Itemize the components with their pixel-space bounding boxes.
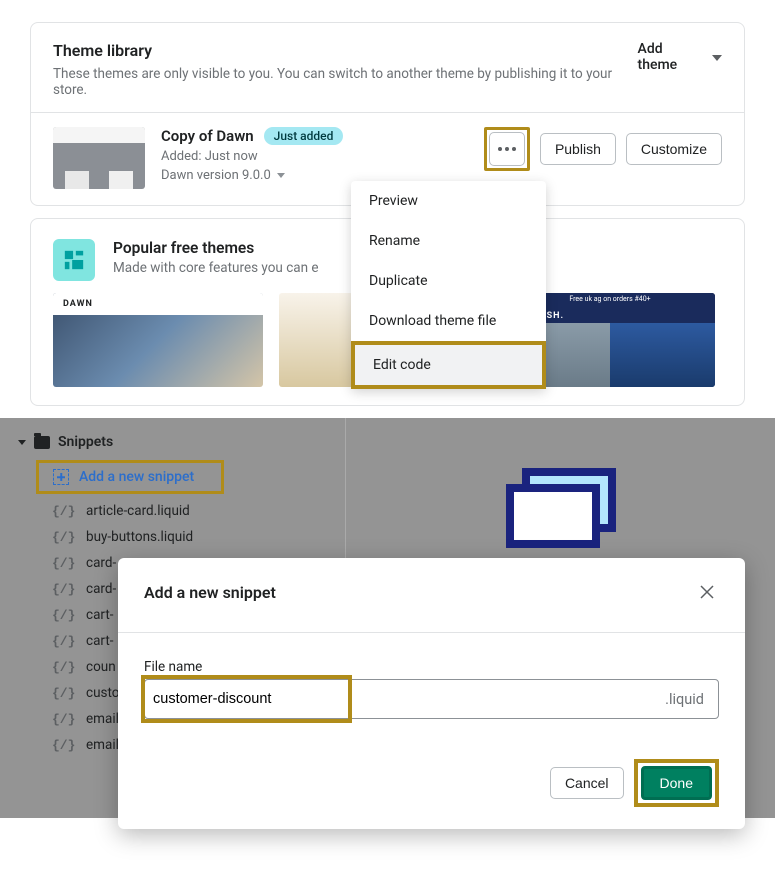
caret-down-icon xyxy=(18,440,26,445)
file-name: cart- xyxy=(86,607,113,623)
theme-library-header: Theme library These themes are only visi… xyxy=(31,23,744,113)
editor-icon xyxy=(506,468,616,548)
file-name-label: File name xyxy=(144,659,719,675)
code-braces-icon: {/} xyxy=(52,530,76,545)
file-name-input-row: .liquid xyxy=(144,679,719,719)
file-name: cart- xyxy=(86,633,113,649)
just-added-badge: Just added xyxy=(264,127,344,145)
file-name-input[interactable] xyxy=(153,679,340,719)
code-braces-icon: {/} xyxy=(52,556,76,571)
theme-preview-dawn[interactable]: DAWN xyxy=(53,293,263,387)
file-name: buy-buttons.liquid xyxy=(86,529,193,545)
caret-down-icon xyxy=(712,55,722,61)
file-name-input-overflow[interactable] xyxy=(348,680,651,718)
theme-version-text: Dawn version 9.0.0 xyxy=(161,168,271,183)
done-button[interactable]: Done xyxy=(641,766,712,800)
file-name: card- xyxy=(86,555,116,571)
code-braces-icon: {/} xyxy=(52,686,76,701)
modal-close-button[interactable] xyxy=(695,580,719,604)
file-name: email xyxy=(86,711,119,727)
folder-icon xyxy=(34,436,50,449)
highlight-more-actions xyxy=(484,127,530,171)
modal-title: Add a new snippet xyxy=(144,583,276,602)
file-name: coun xyxy=(86,659,116,675)
code-braces-icon: {/} xyxy=(52,738,76,753)
add-new-snippet-link[interactable]: Add a new snippet xyxy=(36,460,224,494)
code-braces-icon: {/} xyxy=(52,660,76,675)
theme-name: Copy of Dawn xyxy=(161,127,254,145)
code-braces-icon: {/} xyxy=(52,582,76,597)
code-braces-icon: {/} xyxy=(52,608,76,623)
dropdown-preview[interactable]: Preview xyxy=(351,181,546,221)
customize-button[interactable]: Customize xyxy=(626,133,722,165)
highlight-done-button: Done xyxy=(634,759,719,807)
divider xyxy=(118,632,745,633)
publish-button[interactable]: Publish xyxy=(540,133,616,165)
cancel-button[interactable]: Cancel xyxy=(550,767,624,799)
file-extension-label: .liquid xyxy=(651,691,718,708)
theme-library-card: Theme library These themes are only visi… xyxy=(30,22,745,206)
close-icon xyxy=(697,582,717,602)
preview-dawn-label: DAWN xyxy=(63,299,93,309)
file-name: email xyxy=(86,737,119,753)
dropdown-download[interactable]: Download theme file xyxy=(351,301,546,341)
theme-actions-dropdown: Preview Rename Duplicate Download theme … xyxy=(351,181,546,389)
code-editor-section: Snippets Add a new snippet {/} article-ca… xyxy=(0,418,775,818)
add-snippet-modal: Add a new snippet File name .liquid Canc… xyxy=(118,558,745,829)
add-theme-dropdown[interactable]: Add theme xyxy=(638,41,722,73)
theme-thumbnail[interactable] xyxy=(53,127,145,189)
theme-added-text: Added: Just now xyxy=(161,149,484,164)
file-name: article-card.liquid xyxy=(86,503,190,519)
theme-library-title: Theme library xyxy=(53,41,638,60)
dropdown-rename[interactable]: Rename xyxy=(351,221,546,261)
folder-label: Snippets xyxy=(58,434,113,450)
highlight-file-name xyxy=(141,675,352,723)
dropdown-duplicate[interactable]: Duplicate xyxy=(351,261,546,301)
file-name: card- xyxy=(86,581,116,597)
file-name: custo xyxy=(86,685,119,701)
caret-down-icon xyxy=(277,173,285,178)
add-icon xyxy=(53,469,69,485)
popular-themes-icon xyxy=(53,239,95,281)
theme-row: Copy of Dawn Just added Added: Just now … xyxy=(31,113,744,205)
editor-placeholder xyxy=(345,418,775,558)
code-braces-icon: {/} xyxy=(52,504,76,519)
dropdown-edit-code[interactable]: Edit code xyxy=(351,341,546,389)
theme-library-subtitle: These themes are only visible to you. Yo… xyxy=(53,66,638,98)
more-actions-button[interactable] xyxy=(489,132,525,166)
code-braces-icon: {/} xyxy=(52,712,76,727)
code-braces-icon: {/} xyxy=(52,634,76,649)
add-new-snippet-label: Add a new snippet xyxy=(79,469,194,485)
add-theme-label: Add theme xyxy=(638,41,704,73)
